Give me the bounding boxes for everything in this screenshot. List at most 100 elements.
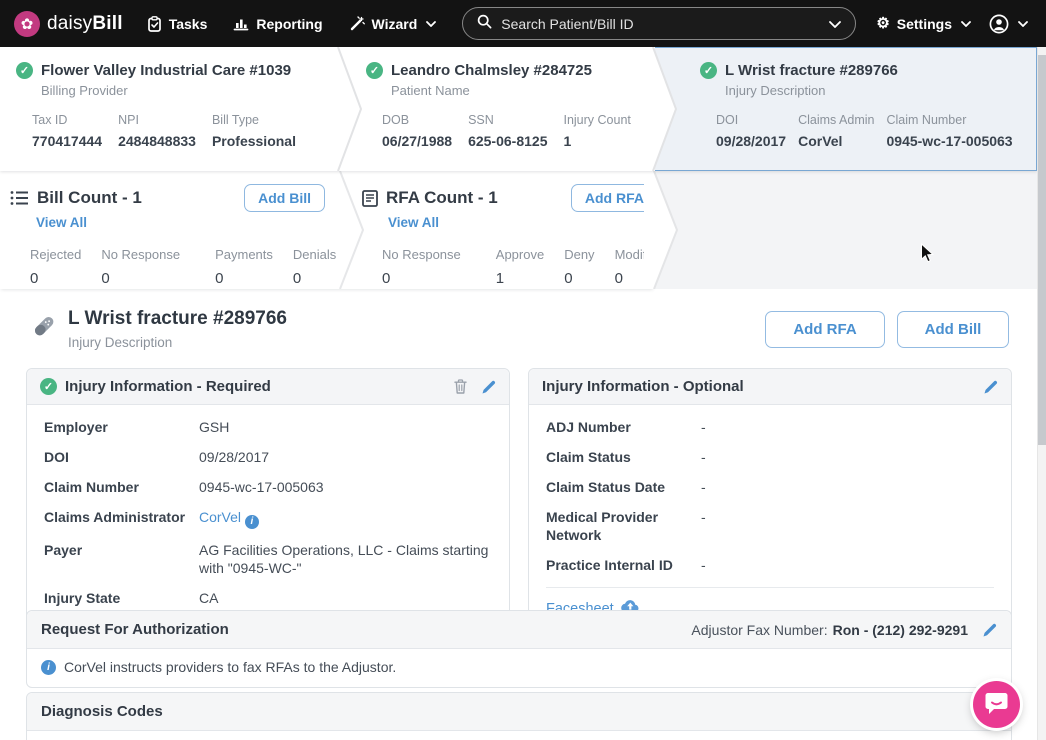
info-row: Injury StateCA xyxy=(44,583,492,613)
brand-daisy: daisy xyxy=(47,13,92,34)
info-icon[interactable]: i xyxy=(245,515,259,529)
section-divider-chevron xyxy=(644,171,680,289)
info-row: Claim Status- xyxy=(546,442,994,472)
tasks-clipboard-icon xyxy=(147,16,162,32)
info-row: PayerAG Facilities Operations, LLC - Cla… xyxy=(44,535,492,583)
chat-bubble-icon xyxy=(984,690,1009,720)
billing-provider-section[interactable]: ✓ Flower Valley Industrial Care #1039 Bi… xyxy=(16,47,326,171)
page-title: L Wrist fracture #289766 xyxy=(68,308,287,330)
stat-rejected: Rejected0 xyxy=(30,247,81,287)
diagnosis-codes-title: Diagnosis Codes xyxy=(41,703,163,720)
stat-payments: Payments0 xyxy=(215,247,273,287)
brand-logo[interactable]: ✿ daisyBill xyxy=(14,11,123,37)
injury-section[interactable]: ✓ L Wrist fracture #289766 Injury Descri… xyxy=(700,47,1030,171)
nav-right: ⚙ Settings xyxy=(876,14,1032,34)
info-row: ADJ Number- xyxy=(546,412,994,442)
info-row: Medical Provider Network- xyxy=(546,502,994,550)
info-row: EmployerGSH xyxy=(44,412,492,442)
info-row: DOI09/28/2017 xyxy=(44,442,492,472)
stat-no-response: No Response0 xyxy=(101,247,180,287)
field-label: Claims Admin xyxy=(798,113,874,127)
check-circle-icon: ✓ xyxy=(16,62,33,79)
daisy-flower-icon: ✿ xyxy=(14,11,40,37)
nav-item-account[interactable] xyxy=(989,14,1028,34)
wizard-wand-icon xyxy=(349,16,365,32)
field-value: Professional xyxy=(212,133,296,149)
search-bar[interactable] xyxy=(462,7,856,40)
trash-icon[interactable] xyxy=(454,379,467,394)
section-divider-chevron xyxy=(332,171,366,289)
user-avatar-icon xyxy=(989,14,1009,34)
info-row: Claims Administrator CorVel i xyxy=(44,502,492,535)
diagnosis-codes-bar: Diagnosis Codes xyxy=(26,692,1012,740)
scrollbar-track[interactable] xyxy=(1037,47,1046,740)
optional-card-title: Injury Information - Optional xyxy=(542,378,744,395)
add-bill-button[interactable]: Add Bill xyxy=(244,184,325,212)
edit-pencil-icon[interactable] xyxy=(984,380,998,394)
search-chevron-down-icon[interactable] xyxy=(829,15,841,33)
field-value: 770417444 xyxy=(32,133,102,149)
bill-count-block: Bill Count - 1 Add Bill View All Rejecte… xyxy=(10,171,325,289)
search-input[interactable] xyxy=(501,16,820,32)
rfa-view-all-link[interactable]: View All xyxy=(388,215,439,230)
nav-reporting-label: Reporting xyxy=(256,16,322,32)
field-label: NPI xyxy=(118,113,196,127)
fax-label: Adjustor Fax Number: xyxy=(691,622,827,638)
rfa-count-title: RFA Count - 1 xyxy=(386,188,498,208)
app-screen: ✿ daisyBill Tasks Reporting Wizard xyxy=(0,0,1046,740)
rfa-count-block: RFA Count - 1 Add RFA View All No Respon… xyxy=(362,171,658,289)
patient-subtitle: Patient Name xyxy=(391,83,656,98)
check-circle-icon: ✓ xyxy=(40,378,57,395)
count-strip: Bill Count - 1 Add Bill View All Rejecte… xyxy=(0,171,1037,289)
chat-widget-button[interactable] xyxy=(973,681,1020,728)
add-rfa-button-large[interactable]: Add RFA xyxy=(765,311,885,348)
stat-denials: Denials0 xyxy=(293,247,336,287)
bill-view-all-link[interactable]: View All xyxy=(36,215,87,230)
field-value: 625-06-8125 xyxy=(468,133,547,149)
stat-deny: Deny0 xyxy=(564,247,594,287)
stat-approve: Approve1 xyxy=(496,247,544,287)
rfa-note-row: i CorVel instructs providers to fax RFAs… xyxy=(27,649,1011,687)
field-label: Bill Type xyxy=(212,113,296,127)
info-row: Claim Status Date- xyxy=(546,472,994,502)
rfa-note-text: CorVel instructs providers to fax RFAs t… xyxy=(64,659,396,675)
injury-info-required-card: ✓ Injury Information - Required Employer… xyxy=(26,368,510,627)
nav-item-settings[interactable]: ⚙ Settings xyxy=(876,16,971,32)
field-value: 2484848833 xyxy=(118,133,196,149)
add-bill-button-large[interactable]: Add Bill xyxy=(897,311,1009,348)
field-label: Claim Number xyxy=(887,113,1013,127)
page-header: L Wrist fracture #289766 Injury Descript… xyxy=(30,308,287,350)
info-row: Practice Internal ID- xyxy=(546,550,994,580)
edit-pencil-icon[interactable] xyxy=(983,623,997,637)
field-label: DOI xyxy=(716,113,786,127)
field-value: 1 xyxy=(563,133,630,149)
claims-admin-link[interactable]: CorVel xyxy=(199,509,241,525)
chevron-down-icon xyxy=(426,21,436,27)
info-icon: i xyxy=(41,660,56,675)
top-nav: ✿ daisyBill Tasks Reporting Wizard xyxy=(0,0,1046,47)
field-label: SSN xyxy=(468,113,547,127)
section-divider-chevron xyxy=(330,47,364,171)
nav-item-wizard[interactable]: Wizard xyxy=(349,16,437,32)
brand-bill: Bill xyxy=(92,13,122,34)
nav-item-tasks[interactable]: Tasks xyxy=(147,16,208,32)
nav-settings-label: Settings xyxy=(897,16,952,32)
rfa-bar-title: Request For Authorization xyxy=(41,621,229,638)
injury-bandage-icon xyxy=(30,312,58,350)
injury-title: L Wrist fracture #289766 xyxy=(725,62,898,79)
field-value: 09/28/2017 xyxy=(716,133,786,149)
adjustor-fax: Adjustor Fax Number: Ron - (212) 292-929… xyxy=(691,622,997,638)
reporting-chart-icon xyxy=(233,16,249,31)
billing-provider-subtitle: Billing Provider xyxy=(41,83,326,98)
field-label: DOB xyxy=(382,113,452,127)
field-value: 0945-wc-17-005063 xyxy=(887,133,1013,149)
nav-item-reporting[interactable]: Reporting xyxy=(233,16,322,32)
bill-count-title: Bill Count - 1 xyxy=(37,188,142,208)
scrollbar-thumb[interactable] xyxy=(1038,55,1046,445)
field-label: Injury Count xyxy=(563,113,630,127)
edit-pencil-icon[interactable] xyxy=(482,380,496,394)
patient-section[interactable]: ✓ Leandro Chalmsley #284725 Patient Name… xyxy=(366,47,656,171)
context-strip: ✓ Flower Valley Industrial Care #1039 Bi… xyxy=(0,47,1037,171)
check-circle-icon: ✓ xyxy=(700,62,717,79)
field-value: CorVel xyxy=(798,133,874,149)
